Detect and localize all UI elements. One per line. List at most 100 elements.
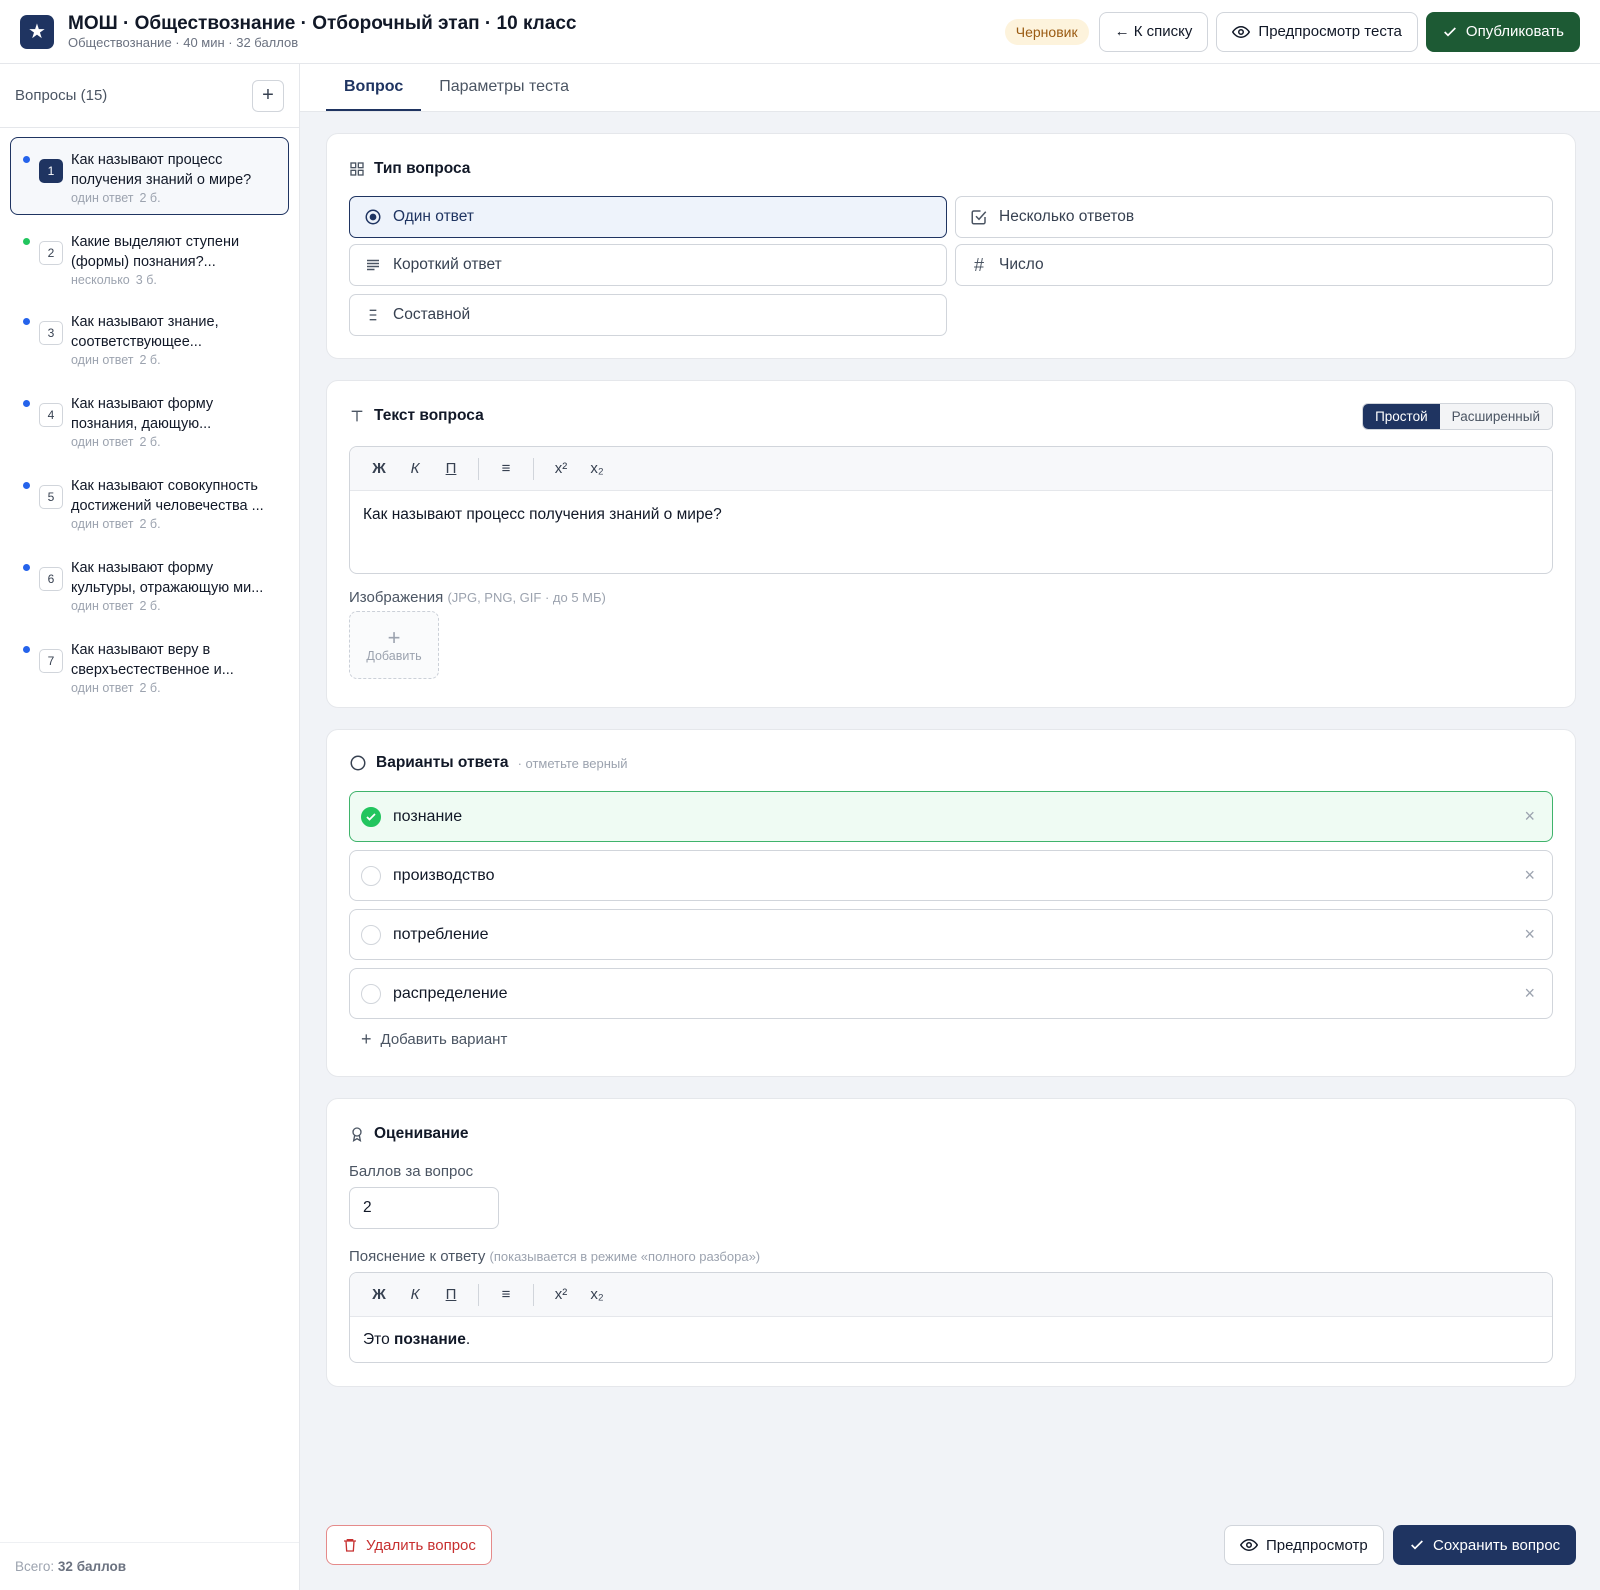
add-option-button[interactable]: + Добавить вариант [361, 1029, 507, 1050]
remove-option-icon[interactable]: × [1524, 865, 1535, 886]
type-number[interactable]: # Число [955, 244, 1553, 286]
title-block: МОШ · Обществознание · Отборочный этап ·… [68, 13, 576, 51]
page-subtitle: Обществознание · 40 мин · 32 баллов [68, 34, 299, 50]
question-item[interactable]: 6 Как называют форму культуры, отражающу… [10, 545, 289, 623]
award-icon [349, 1125, 365, 1143]
question-text: Как называют процесс получения знаний о … [71, 152, 252, 188]
question-item[interactable]: 3 Как называют знание, соответствующее..… [10, 299, 289, 377]
question-text: Как называют форму познания, дающую... [71, 396, 214, 432]
preview-button[interactable]: Предпросмотр [1224, 1525, 1384, 1565]
points-input[interactable]: 2 [349, 1187, 499, 1229]
publish-button[interactable]: Опубликовать [1425, 11, 1580, 52]
add-image-label: Добавить [366, 649, 422, 663]
remove-option-icon[interactable]: × [1524, 806, 1535, 827]
answer-text[interactable]: распределение [393, 985, 508, 1003]
question-item[interactable]: 4 Как называют форму познания, дающую...… [10, 381, 289, 459]
question-item[interactable]: 5 Как называют совокупность достижений ч… [10, 463, 289, 541]
eye-icon [1232, 23, 1251, 41]
grading-title: Оценивание [374, 1125, 469, 1142]
remove-option-icon[interactable]: × [1524, 983, 1535, 1004]
delete-label: Удалить вопрос [366, 1536, 476, 1554]
answer-text[interactable]: потребление [393, 926, 489, 944]
tab-question[interactable]: Вопрос [326, 64, 422, 111]
answers-card: Варианты ответа · отметьте верный познан… [326, 729, 1576, 1077]
top-header: ★ МОШ · Обществознание · Отборочный этап… [0, 0, 1600, 64]
total-points: 32 баллов [57, 1559, 127, 1574]
editor-toolbar: Ж К П ≡ x² x₂ [350, 447, 1552, 491]
status-badge: Черновик [1004, 18, 1089, 45]
superscript-button[interactable]: x² [546, 1280, 576, 1310]
question-item[interactable]: 7 Как называют веру в сверхъестественное… [10, 627, 289, 705]
explanation-prefix: Это [363, 1331, 394, 1348]
check-icon [1442, 24, 1458, 40]
grid-icon [349, 161, 365, 177]
explanation-label: Пояснение к ответу (показывается в режим… [349, 1248, 760, 1265]
status-dot [23, 238, 30, 245]
correct-check-icon[interactable] [361, 806, 381, 827]
add-question-button[interactable]: + [252, 79, 284, 112]
publish-label: Опубликовать [1465, 23, 1564, 40]
answer-option[interactable]: познание × [349, 791, 1553, 842]
mode-simple[interactable]: Простой [1363, 404, 1440, 429]
bold-button[interactable]: Ж [364, 454, 394, 484]
underline-button[interactable]: П [436, 454, 466, 484]
question-text: Какие выделяют ступени (формы) познания?… [71, 234, 240, 270]
type-single-answer[interactable]: Один ответ [349, 196, 947, 238]
toolbar-divider [478, 457, 479, 480]
answer-option[interactable]: потребление × [349, 909, 1553, 960]
subscript-button[interactable]: x₂ [582, 1280, 612, 1310]
remove-option-icon[interactable]: × [1524, 924, 1535, 945]
delete-question-button[interactable]: Удалить вопрос [326, 1525, 492, 1565]
preview-test-button[interactable]: Предпросмотр теста [1216, 11, 1418, 52]
list-button[interactable]: ≡ [491, 454, 521, 484]
sidebar-total: Всего: 32 баллов [0, 1542, 299, 1590]
preview-test-label: Предпросмотр теста [1258, 23, 1402, 40]
radio-icon[interactable] [361, 983, 381, 1004]
add-image-button[interactable]: + Добавить [349, 611, 439, 679]
type-compound-label: Составной [393, 306, 471, 323]
underline-button[interactable]: П [436, 1280, 466, 1310]
images-hint: (JPG, PNG, GIF · до 5 МБ) [447, 590, 606, 605]
radio-icon[interactable] [361, 865, 381, 886]
italic-button[interactable]: К [400, 454, 430, 484]
subscript-button[interactable]: x₂ [582, 454, 612, 484]
question-type: один ответ [71, 599, 134, 613]
answer-text[interactable]: познание [393, 808, 462, 826]
question-number: 1 [39, 159, 63, 183]
question-text-input[interactable]: Как называют процесс получения знаний о … [350, 491, 1552, 539]
images-label-text: Изображения [349, 589, 444, 606]
answer-option[interactable]: распределение × [349, 968, 1553, 1019]
type-short-answer[interactable]: Короткий ответ [349, 244, 947, 286]
question-editor: Ж К П ≡ x² x₂ Как называют процесс получ… [349, 446, 1553, 574]
bold-button[interactable]: Ж [364, 1280, 394, 1310]
mode-extended[interactable]: Расширенный [1439, 404, 1552, 429]
back-button-label: ← К списку [1114, 23, 1193, 40]
list-button[interactable]: ≡ [491, 1280, 521, 1310]
text-t-icon [349, 408, 365, 424]
save-question-button[interactable]: Сохранить вопрос [1393, 1525, 1577, 1565]
question-item[interactable]: 1 Как называют процесс получения знаний … [10, 137, 289, 215]
toolbar-divider [533, 1283, 534, 1306]
superscript-button[interactable]: x² [546, 454, 576, 484]
editor-tabs: Вопрос Параметры теста [300, 64, 1600, 112]
answer-option[interactable]: производство × [349, 850, 1553, 901]
explanation-input[interactable]: Это познание. [350, 1317, 1552, 1362]
question-points: 3 б. [135, 273, 157, 287]
questions-sidebar: Вопросы (15) + 1 Как называют процесс по… [0, 64, 300, 1590]
italic-button[interactable]: К [400, 1280, 430, 1310]
type-compound[interactable]: Составной [349, 294, 947, 336]
radio-icon[interactable] [361, 924, 381, 945]
type-multiple-answers[interactable]: Несколько ответов [955, 196, 1553, 238]
status-dot [23, 156, 30, 163]
answers-hint: · отметьте верный [517, 755, 628, 771]
hash-icon: # [973, 254, 984, 275]
question-text: Как называют знание, соответствующее... [71, 314, 219, 350]
question-text: Как называют совокупность достижений чел… [71, 478, 264, 514]
back-to-list-button[interactable]: ← К списку [1098, 11, 1209, 52]
tab-test-settings[interactable]: Параметры теста [421, 64, 587, 111]
radio-target-icon [363, 208, 383, 226]
answer-text[interactable]: производство [393, 867, 494, 885]
images-label: Изображения (JPG, PNG, GIF · до 5 МБ) [349, 589, 606, 606]
question-type-card: Тип вопроса Один ответ Несколько ответов… [326, 133, 1576, 359]
question-item[interactable]: 2 Какие выделяют ступени (формы) познани… [10, 219, 289, 297]
